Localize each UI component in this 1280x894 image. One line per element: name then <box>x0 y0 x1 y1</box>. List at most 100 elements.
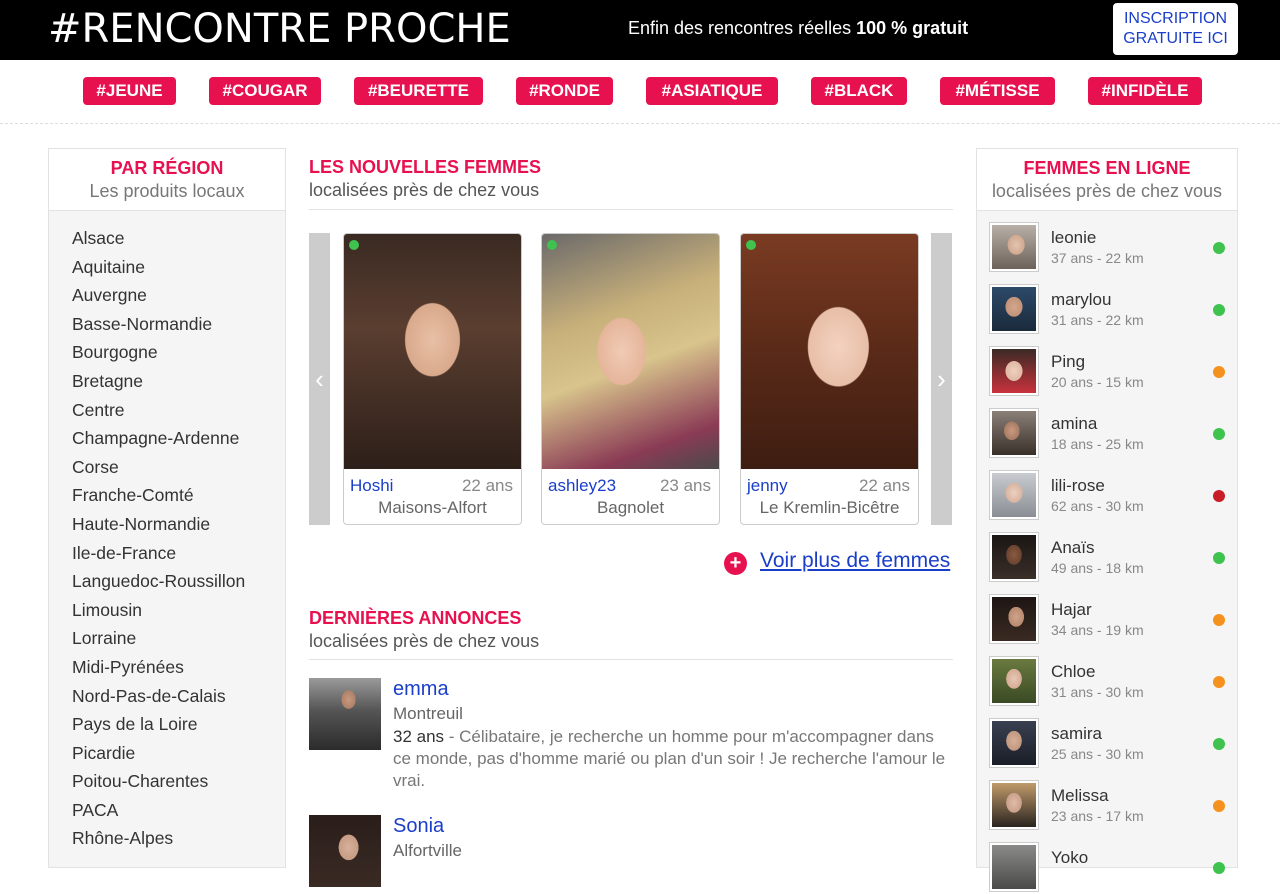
online-user[interactable]: leonie 37 ans - 22 km <box>989 222 1229 274</box>
carousel-prev-button[interactable]: ‹ <box>309 233 330 525</box>
profile-card[interactable]: ashley23 23 ans Bagnolet <box>541 233 720 525</box>
top-header: #RENCONTRE PROCHE Enfin des rencontres r… <box>0 0 1280 60</box>
region-item[interactable]: Poitou-Charentes <box>72 768 285 797</box>
region-item[interactable]: Limousin <box>72 597 285 626</box>
online-user[interactable]: Hajar 34 ans - 19 km <box>989 594 1229 646</box>
region-item[interactable]: Aquitaine <box>72 254 285 283</box>
avatar <box>989 718 1039 768</box>
online-user-meta: 25 ans - 30 km <box>1051 746 1144 762</box>
region-item[interactable]: Basse-Normandie <box>72 311 285 340</box>
tagline: Enfin des rencontres réelles 100 % gratu… <box>628 18 968 39</box>
online-user-name: lili-rose <box>1051 476 1105 495</box>
region-item[interactable]: Pays de la Loire <box>72 711 285 740</box>
ad-city: Alfortville <box>393 841 462 860</box>
region-item[interactable]: Corse <box>72 454 285 483</box>
signup-line-1: INSCRIPTION <box>1123 10 1228 27</box>
tag-beurette[interactable]: #BEURETTE <box>354 77 483 105</box>
avatar <box>989 408 1039 458</box>
status-dot <box>1213 614 1225 626</box>
tag-black[interactable]: #BLACK <box>811 77 907 105</box>
online-user[interactable]: Ping 20 ans - 15 km <box>989 346 1229 398</box>
signup-line-2: GRATUITE ICI <box>1123 30 1228 47</box>
region-item[interactable]: Auvergne <box>72 282 285 311</box>
ads-subtitle: localisées près de chez vous <box>309 631 540 651</box>
region-item[interactable]: Nord-Pas-de-Calais <box>72 683 285 712</box>
avatar <box>989 222 1039 272</box>
tag-asiatique[interactable]: #ASIATIQUE <box>646 77 778 105</box>
carousel-next-button[interactable]: › <box>931 233 952 525</box>
profile-name[interactable]: Hoshi <box>350 476 393 496</box>
region-item[interactable]: Bretagne <box>72 368 285 397</box>
online-user-name: amina <box>1051 414 1098 433</box>
profile-city: Le Kremlin-Bicêtre <box>759 498 900 517</box>
region-item[interactable]: Champagne-Ardenne <box>72 425 285 454</box>
online-user[interactable]: lili-rose 62 ans - 30 km <box>989 470 1229 522</box>
profile-card[interactable]: jenny 22 ans Le Kremlin-Bicêtre <box>740 233 919 525</box>
ad-avatar[interactable] <box>309 678 381 750</box>
online-user[interactable]: marylou 31 ans - 22 km <box>989 284 1229 336</box>
region-item[interactable]: Languedoc-Roussillon <box>72 568 285 597</box>
profile-card[interactable]: Hoshi 22 ans Maisons-Alfort <box>343 233 522 525</box>
ad-age: 32 ans <box>393 727 445 746</box>
online-user-name: Yoko <box>1051 848 1089 867</box>
region-item[interactable]: PACA <box>72 797 285 826</box>
online-title: FEMMES EN LIGNE <box>1023 158 1191 178</box>
status-dot <box>1213 552 1225 564</box>
online-user[interactable]: Melissa 23 ans - 17 km <box>989 780 1229 832</box>
tag-infidele[interactable]: #INFIDÈLE <box>1088 77 1202 105</box>
regions-subtitle: Les produits locaux <box>89 181 245 201</box>
status-dot <box>1213 490 1225 502</box>
online-user-meta: 62 ans - 30 km <box>1051 498 1144 514</box>
avatar <box>989 780 1039 830</box>
region-item[interactable]: Franche-Comté <box>72 482 285 511</box>
online-user[interactable]: Anaïs 49 ans - 18 km <box>989 532 1229 584</box>
region-item[interactable]: Ile-de-France <box>72 540 285 569</box>
region-list: Alsace Aquitaine Auvergne Basse-Normandi… <box>49 211 285 854</box>
profile-photo <box>344 234 521 469</box>
profile-age: 22 ans <box>858 476 910 495</box>
tag-jeune[interactable]: #JEUNE <box>83 77 176 105</box>
region-item[interactable]: Rhône-Alpes <box>72 825 285 854</box>
online-user[interactable]: samira 25 ans - 30 km <box>989 718 1229 770</box>
status-dot <box>1213 366 1225 378</box>
regions-header: PAR RÉGION Les produits locaux <box>49 149 285 211</box>
region-item[interactable]: Bourgogne <box>72 339 285 368</box>
avatar <box>989 532 1039 582</box>
tagline-bold: 100 % gratuit <box>856 18 969 38</box>
tag-metisse[interactable]: #MÉTISSE <box>940 77 1055 105</box>
region-item[interactable]: Alsace <box>72 225 285 254</box>
profile-name[interactable]: jenny <box>747 476 788 496</box>
site-logo[interactable]: #RENCONTRE PROCHE <box>48 6 511 52</box>
online-user-name: Hajar <box>1051 600 1092 619</box>
ad-name[interactable]: emma <box>393 678 449 701</box>
online-user-name: Ping <box>1051 352 1086 371</box>
region-item[interactable]: Midi-Pyrénées <box>72 654 285 683</box>
regions-sidebar: PAR RÉGION Les produits locaux Alsace Aq… <box>48 148 286 868</box>
online-status-dot <box>746 240 756 250</box>
region-item[interactable]: Haute-Normandie <box>72 511 285 540</box>
region-item[interactable]: Lorraine <box>72 625 285 654</box>
profile-city: Bagnolet <box>596 498 665 517</box>
status-dot <box>1213 676 1225 688</box>
signup-button[interactable]: INSCRIPTION GRATUITE ICI <box>1113 3 1238 55</box>
online-status-dot <box>349 240 359 250</box>
plus-icon[interactable]: + <box>724 552 747 575</box>
chevron-right-icon: › <box>937 364 946 394</box>
tag-ronde[interactable]: #RONDE <box>516 77 613 105</box>
ad-avatar[interactable] <box>309 815 381 887</box>
more-women-link[interactable]: Voir plus de femmes <box>760 549 950 573</box>
ad-name[interactable]: Sonia <box>393 815 444 838</box>
region-item[interactable]: Picardie <box>72 740 285 769</box>
online-subtitle: localisées près de chez vous <box>991 181 1223 201</box>
online-header: FEMMES EN LIGNE localisées près de chez … <box>977 149 1237 211</box>
region-item[interactable]: Centre <box>72 397 285 426</box>
tag-bar: #JEUNE #COUGAR #BEURETTE #RONDE #ASIATIQ… <box>0 60 1280 124</box>
online-user-name: samira <box>1051 724 1103 743</box>
tag-cougar[interactable]: #COUGAR <box>209 77 321 105</box>
online-user[interactable]: Chloe 31 ans - 30 km <box>989 656 1229 708</box>
profile-name[interactable]: ashley23 <box>548 476 616 496</box>
online-user[interactable]: Yoko <box>989 842 1229 894</box>
new-women-subtitle: localisées près de chez vous <box>309 180 540 200</box>
profile-photo <box>542 234 719 469</box>
online-user[interactable]: amina 18 ans - 25 km <box>989 408 1229 460</box>
